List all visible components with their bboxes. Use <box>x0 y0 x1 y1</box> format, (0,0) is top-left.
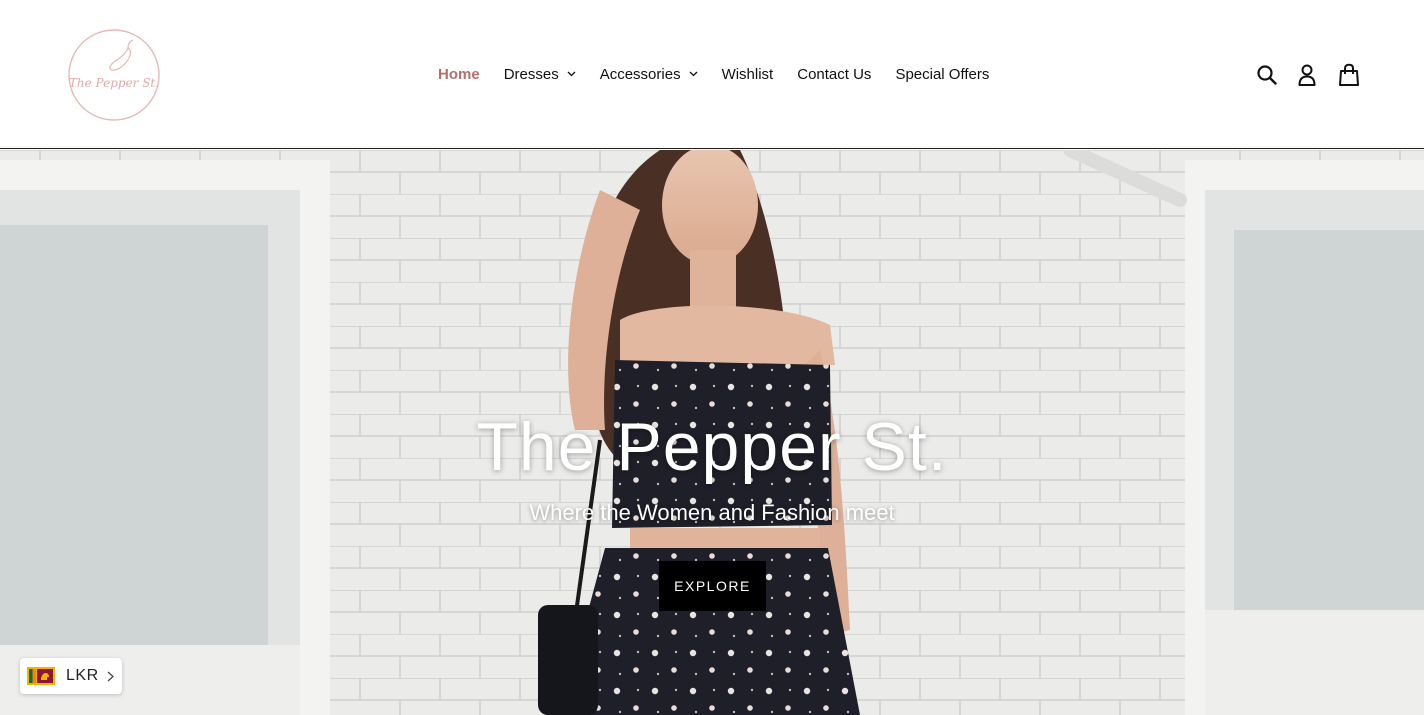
hero-title: The Pepper St. <box>476 409 948 485</box>
nav-item-label: Special Offers <box>895 65 990 83</box>
sri-lanka-flag-icon <box>27 667 55 685</box>
main-nav: Home Dresses Accessories Wishlist Contac… <box>438 64 989 84</box>
cart-button[interactable] <box>1336 62 1362 88</box>
nav-item-label: Wishlist <box>721 65 774 83</box>
cart-icon <box>1339 63 1359 86</box>
currency-selector[interactable]: LKR <box>20 658 122 694</box>
search-icon <box>1257 65 1277 85</box>
nav-item-label: Accessories <box>599 65 681 83</box>
search-button[interactable] <box>1254 62 1280 88</box>
chevron-right-icon <box>107 671 114 681</box>
nav-item-label: Home <box>438 65 480 83</box>
nav-item-home[interactable]: Home <box>438 66 480 83</box>
nav-item-label: Dresses <box>503 65 559 83</box>
explore-button[interactable]: EXPLORE <box>659 561 766 611</box>
header-icons <box>1254 62 1362 88</box>
hero-banner: The Pepper St. Where the Women and Fashi… <box>0 150 1424 715</box>
account-button[interactable] <box>1294 62 1320 88</box>
hero-subtitle: Where the Women and Fashion meet <box>529 500 895 525</box>
account-icon <box>1298 64 1316 86</box>
logo-text: The Pepper St. <box>69 76 159 90</box>
logo[interactable]: The Pepper St. <box>62 28 166 122</box>
chevron-down-icon <box>567 71 576 77</box>
site-header: The Pepper St. Home Dresses Accessories … <box>0 0 1424 149</box>
currency-code: LKR <box>66 667 99 684</box>
nav-item-contact-us[interactable]: Contact Us <box>797 66 871 83</box>
nav-item-special-offers[interactable]: Special Offers <box>895 66 989 83</box>
nav-item-wishlist[interactable]: Wishlist <box>722 66 774 83</box>
nav-item-label: Contact Us <box>797 65 872 83</box>
chevron-down-icon <box>689 71 698 77</box>
nav-item-accessories[interactable]: Accessories <box>600 66 698 83</box>
nav-item-dresses[interactable]: Dresses <box>504 66 576 83</box>
logo-icon: The Pepper St. <box>68 29 160 121</box>
